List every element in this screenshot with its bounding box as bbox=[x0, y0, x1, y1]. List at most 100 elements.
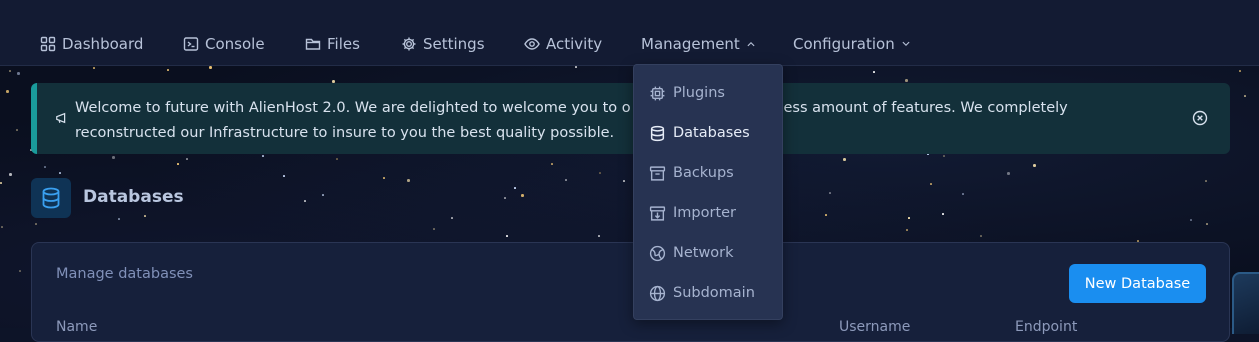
star bbox=[1205, 180, 1207, 182]
nav-label: Settings bbox=[423, 35, 485, 53]
star bbox=[623, 180, 625, 182]
dashboard-grid-icon bbox=[40, 36, 56, 52]
star bbox=[521, 194, 524, 197]
star bbox=[0, 182, 2, 184]
star bbox=[599, 172, 601, 174]
star bbox=[262, 155, 264, 157]
menu-item-databases[interactable]: Databases bbox=[649, 122, 750, 144]
top-navigation: Dashboard Console Files Settings Activit… bbox=[0, 0, 1259, 66]
star bbox=[1206, 223, 1208, 225]
menu-item-backups[interactable]: Backups bbox=[649, 162, 734, 184]
menu-item-label: Subdomain bbox=[673, 285, 755, 301]
menu-item-importer[interactable]: Importer bbox=[649, 202, 736, 224]
announcement-alert: Welcome to future with AlienHost 2.0. We… bbox=[31, 83, 1230, 154]
column-header-endpoint: Endpoint bbox=[1015, 319, 1078, 335]
star bbox=[843, 158, 846, 161]
nav-item-activity[interactable]: Activity bbox=[524, 33, 602, 55]
star bbox=[1239, 70, 1241, 72]
star bbox=[1244, 95, 1246, 97]
alert-text-line1-left: Welcome to future with AlienHost 2.0. We… bbox=[75, 100, 631, 116]
star bbox=[1007, 172, 1010, 175]
star bbox=[942, 213, 944, 215]
megaphone-icon bbox=[56, 112, 66, 124]
menu-item-label: Databases bbox=[673, 125, 750, 141]
star bbox=[283, 175, 285, 177]
close-icon[interactable] bbox=[1192, 110, 1208, 126]
star bbox=[873, 71, 875, 73]
management-dropdown-menu: Plugins Databases Backups Importer Netwo… bbox=[633, 64, 783, 320]
eye-icon bbox=[524, 38, 540, 50]
column-header-username: Username bbox=[839, 319, 911, 335]
folder-icon bbox=[305, 38, 321, 50]
alert-text-line2: reconstructed our Infrastructure to insu… bbox=[75, 125, 615, 141]
star bbox=[825, 214, 827, 216]
star bbox=[336, 158, 338, 160]
star bbox=[44, 166, 46, 168]
chevron-down-icon bbox=[902, 41, 910, 47]
star bbox=[118, 218, 120, 220]
star bbox=[304, 200, 306, 202]
menu-item-subdomain[interactable]: Subdomain bbox=[649, 282, 755, 304]
nav-label: Files bbox=[327, 35, 360, 53]
star bbox=[6, 90, 9, 93]
alert-message: Welcome to future with AlienHost 2.0. We… bbox=[75, 96, 1135, 146]
nav-label: Activity bbox=[546, 35, 603, 53]
databases-card: Manage databases New Database Name Usern… bbox=[31, 242, 1230, 342]
corner-widget-icon bbox=[1232, 272, 1259, 334]
star bbox=[433, 228, 435, 230]
nav-item-settings[interactable]: Settings bbox=[401, 33, 485, 55]
star bbox=[93, 67, 95, 69]
star bbox=[943, 155, 945, 157]
menu-item-label: Network bbox=[673, 245, 734, 261]
star bbox=[322, 194, 324, 196]
star bbox=[209, 66, 212, 69]
nav-label: Dashboard bbox=[62, 35, 144, 53]
nav-item-console[interactable]: Console bbox=[183, 33, 265, 55]
nav-label: Management bbox=[641, 35, 740, 53]
column-header-name: Name bbox=[56, 319, 98, 335]
gear-icon bbox=[402, 37, 416, 51]
menu-item-label: Importer bbox=[673, 205, 737, 221]
star bbox=[575, 66, 577, 68]
star bbox=[19, 270, 21, 272]
archive-icon bbox=[649, 165, 666, 181]
menu-item-label: Backups bbox=[673, 165, 734, 181]
star bbox=[59, 172, 61, 174]
star bbox=[186, 158, 188, 160]
menu-item-plugins[interactable]: Plugins bbox=[649, 82, 725, 104]
star bbox=[551, 163, 553, 165]
star bbox=[9, 70, 11, 72]
nav-item-management[interactable]: Management bbox=[641, 33, 756, 55]
chevron-up-icon bbox=[747, 41, 755, 47]
nav-item-dashboard[interactable]: Dashboard bbox=[40, 33, 143, 55]
star bbox=[407, 179, 410, 182]
star bbox=[167, 69, 169, 71]
nav-item-files[interactable]: Files bbox=[305, 33, 360, 55]
star bbox=[383, 177, 385, 179]
nav-label: Configuration bbox=[793, 35, 895, 53]
star bbox=[565, 179, 567, 181]
star bbox=[112, 156, 115, 159]
star bbox=[905, 79, 908, 82]
menu-item-network[interactable]: Network bbox=[649, 242, 734, 264]
chip-icon bbox=[650, 86, 665, 100]
star bbox=[906, 229, 908, 231]
new-database-button[interactable]: New Database bbox=[1069, 264, 1206, 303]
star bbox=[930, 183, 932, 185]
star bbox=[514, 187, 516, 189]
star bbox=[1, 226, 3, 228]
star bbox=[9, 173, 12, 176]
import-box-icon bbox=[649, 205, 666, 221]
star bbox=[962, 193, 964, 195]
star bbox=[504, 197, 506, 199]
card-subtitle: Manage databases bbox=[56, 266, 193, 282]
star bbox=[598, 235, 600, 237]
star bbox=[177, 163, 179, 165]
database-page-icon bbox=[31, 178, 71, 218]
menu-item-label: Plugins bbox=[673, 85, 725, 101]
console-icon bbox=[183, 37, 199, 51]
star bbox=[17, 72, 20, 75]
star bbox=[980, 235, 982, 237]
network-icon bbox=[649, 245, 666, 261]
nav-item-configuration[interactable]: Configuration bbox=[793, 33, 911, 55]
